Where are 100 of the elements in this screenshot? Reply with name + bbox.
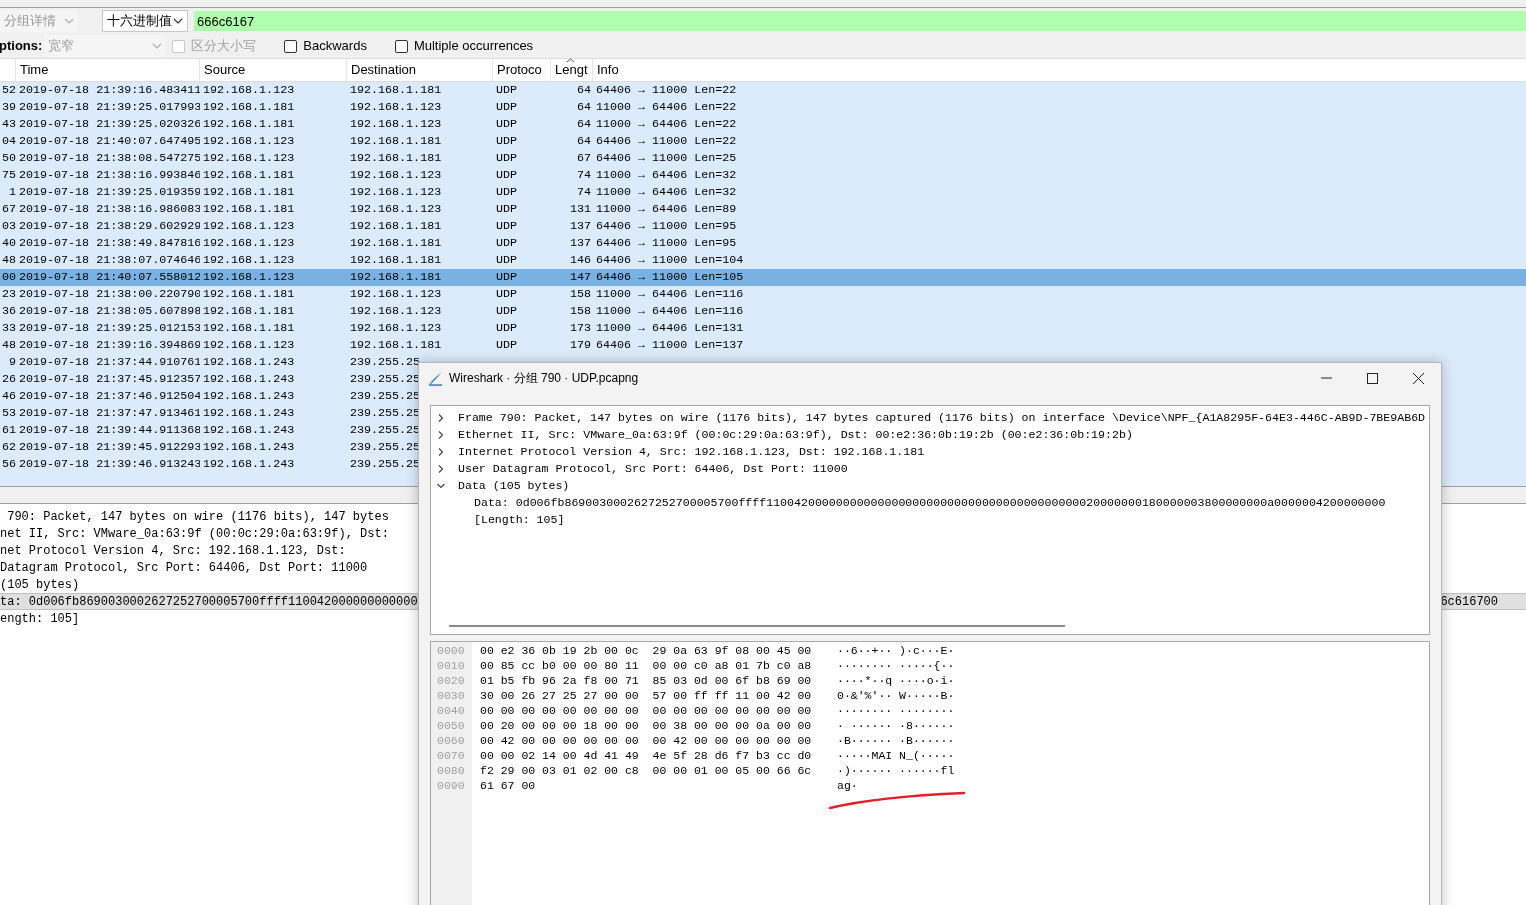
chevron-right-icon[interactable] — [436, 446, 446, 457]
hex-bytes: 61 67 00 — [480, 778, 536, 793]
table-cell: 192.168.1.181 — [350, 337, 442, 352]
table-cell: 192.168.1.181 — [203, 286, 295, 301]
scrollbar[interactable] — [449, 625, 1065, 627]
table-cell: 2019-07-18 21:39:16.394869 — [19, 337, 200, 352]
table-cell: 239.255.25 — [350, 456, 421, 471]
table-cell-text: 158 — [569, 285, 591, 303]
table-cell-text: 33 — [1, 319, 16, 337]
table-cell: 2019-07-18 21:38:00.220790 — [19, 286, 200, 301]
table-cell-text: 39 — [1, 98, 16, 116]
table-cell: 11000 → 64406 Len=89 — [596, 201, 737, 216]
table-cell: 2019-07-18 21:37:46.912504 — [19, 388, 200, 403]
table-cell: 192.168.1.123 — [203, 82, 295, 97]
table-cell: 64406 → 11000 Len=95 — [596, 218, 737, 233]
table-cell: 11000 → 64406 Len=32 — [596, 167, 737, 182]
table-cell: 11000 → 64406 Len=131 — [596, 320, 744, 335]
offset-label: 0040 — [436, 703, 466, 718]
table-cell: 192.168.1.123 — [203, 252, 295, 267]
table-cell-text: 67 — [1, 200, 16, 218]
table-cell-text: 40 — [1, 234, 16, 252]
table-cell-text: 9 — [9, 353, 16, 371]
chevron-right-icon[interactable] — [436, 429, 446, 440]
table-cell-text: 64 — [576, 115, 591, 133]
table-cell: 2019-07-18 21:37:45.912357 — [19, 371, 200, 386]
chevron-right-icon[interactable] — [436, 412, 446, 423]
offset-label: 0080 — [436, 763, 466, 778]
table-cell: 2019-07-18 21:38:49.847816 — [19, 235, 200, 250]
table-cell: 64406 → 11000 Len=137 — [596, 337, 744, 352]
ascii-text: ····*··q ····o·i· — [837, 673, 955, 688]
tree-item[interactable]: Internet Protocol Version 4, Src: 192.168.1.123, Dst: 192.168.1.181 — [431, 443, 1429, 460]
table-cell-text: 64 — [576, 82, 591, 99]
offset-label: 0000 — [436, 643, 466, 658]
packet-row[interactable]: 00 2019-07-18 21:40:07.558012 192.168.1.123 192.168.1.181 UDP 147 64406 → 11000 Len=105 — [0, 269, 1526, 286]
detail-line-tail: 6c616700 — [1440, 593, 1498, 611]
table-cell: 2019-07-18 21:38:07.074646 — [19, 252, 200, 267]
hex-bytes: 00 00 00 00 00 00 00 00 00 00 00 00 00 00 00 00 — [480, 703, 812, 718]
table-cell: UDP — [496, 286, 518, 301]
close-icon — [1412, 372, 1424, 384]
table-cell: 192.168.1.123 — [350, 184, 442, 199]
checkbox[interactable]: Multiple occurrences — [394, 36, 534, 56]
hex-bytes: 01 b5 fb 96 2a f8 00 71 85 03 0d 00 6f b8 69 00 — [480, 673, 812, 688]
table-cell: 192.168.1.181 — [203, 184, 295, 199]
table-cell-text: 53 — [1, 404, 16, 422]
table-cell: 192.168.1.123 — [350, 320, 442, 335]
table-cell: 192.168.1.181 — [350, 235, 442, 250]
table-cell: 2019-07-18 21:39:44.911368 — [19, 422, 200, 437]
offset-label: 0060 — [436, 733, 466, 748]
table-cell: 192.168.1.181 — [350, 218, 442, 233]
column-header[interactable]: Protoco — [497, 60, 542, 80]
table-cell-text: 04 — [1, 132, 16, 150]
table-cell-text: 137 — [569, 217, 591, 235]
table-cell-text: 23 — [1, 285, 16, 303]
table-cell: 239.255.25 — [350, 388, 421, 403]
ascii-text: ··6··+·· )·c···E· — [837, 643, 955, 658]
column-header[interactable]: Source — [204, 60, 246, 80]
column-header[interactable]: Lengt — [555, 60, 588, 80]
table-cell: 11000 → 64406 Len=32 — [596, 184, 737, 199]
table-cell-text: 52 — [1, 82, 16, 99]
column-header[interactable]: Time — [20, 60, 49, 80]
table-cell: 192.168.1.123 — [350, 99, 442, 114]
table-cell-text: 64 — [576, 98, 591, 116]
hex-bytes: 30 00 26 27 25 27 00 00 57 00 ff ff 11 00 42 00 — [480, 688, 812, 703]
tree-item[interactable]: User Datagram Protocol, Src Port: 64406, Dst Port: 11000 — [431, 460, 1429, 477]
table-cell-text: 61 — [1, 421, 16, 439]
hex-bytes: f2 29 00 03 01 02 00 c8 00 00 01 00 05 00 66 6c — [480, 763, 812, 778]
table-cell: 64406 → 11000 Len=105 — [596, 269, 744, 284]
table-cell: 192.168.1.123 — [203, 218, 295, 233]
table-cell: 192.168.1.123 — [350, 116, 442, 131]
table-cell-text: 00 — [1, 268, 16, 286]
hex-bytes: 00 e2 36 0b 19 2b 00 0c 29 0a 63 9f 08 00 45 00 — [480, 643, 812, 658]
ascii-text: ·B······ ·B······ — [837, 733, 955, 748]
table-cell: 239.255.25 — [350, 422, 421, 437]
ascii-text: ········ ········ — [837, 703, 955, 718]
table-cell: 192.168.1.181 — [350, 150, 442, 165]
table-cell-text: 75 — [1, 166, 16, 184]
chevron-right-icon[interactable] — [436, 463, 446, 474]
tree-item[interactable]: [Length: 105] — [431, 511, 1429, 528]
table-cell: 64406 → 11000 Len=22 — [596, 133, 737, 148]
column-header[interactable]: Info — [597, 60, 619, 80]
dropdown[interactable]: 十六进制值 — [102, 10, 188, 32]
tree-item[interactable]: Ethernet II, Src: VMware_0a:63:9f (00:0c:29:0a:63:9f), Dst: 00:e2:36:0b:19:2b (00:e2:36:0b:19:2b) — [431, 426, 1429, 443]
tree-item[interactable]: Data (105 bytes) — [431, 477, 1429, 494]
search-field[interactable]: 666c6167 — [194, 11, 1526, 31]
table-cell: UDP — [496, 303, 518, 318]
table-cell: 192.168.1.123 — [203, 269, 295, 284]
column-header[interactable]: Destination — [351, 60, 417, 80]
tree-item[interactable]: Frame 790: Packet, 147 bytes on wire (1176 bits), 147 bytes captured (1176 bits) on interface \Device\NPF_{A1A8295F-64E3-446C-AB9D-7BE9AB6D — [431, 409, 1429, 426]
table-cell: 2019-07-18 21:40:07.558012 — [19, 269, 200, 284]
table-cell: 2019-07-18 21:39:25.019359 — [19, 184, 200, 199]
tree-item[interactable]: Data: 0d006fb8690030002627252700005700ffff110042000000000000000000000000000000000000000020000000180000003800000000a0000004200000000 — [431, 494, 1429, 511]
checkbox[interactable]: Backwards — [284, 36, 367, 56]
offset-label: 0030 — [436, 688, 466, 703]
table-cell: 2019-07-18 21:38:29.602929 — [19, 218, 200, 233]
table-cell: 64406 → 11000 Len=25 — [596, 150, 737, 165]
table-cell-text: 67 — [576, 149, 591, 167]
table-cell-text: 147 — [569, 268, 591, 286]
ascii-text: 0·&'%'·· W·····B· — [837, 688, 955, 703]
ascii-text: ag· — [837, 778, 858, 793]
table-cell: 192.168.1.123 — [203, 133, 295, 148]
